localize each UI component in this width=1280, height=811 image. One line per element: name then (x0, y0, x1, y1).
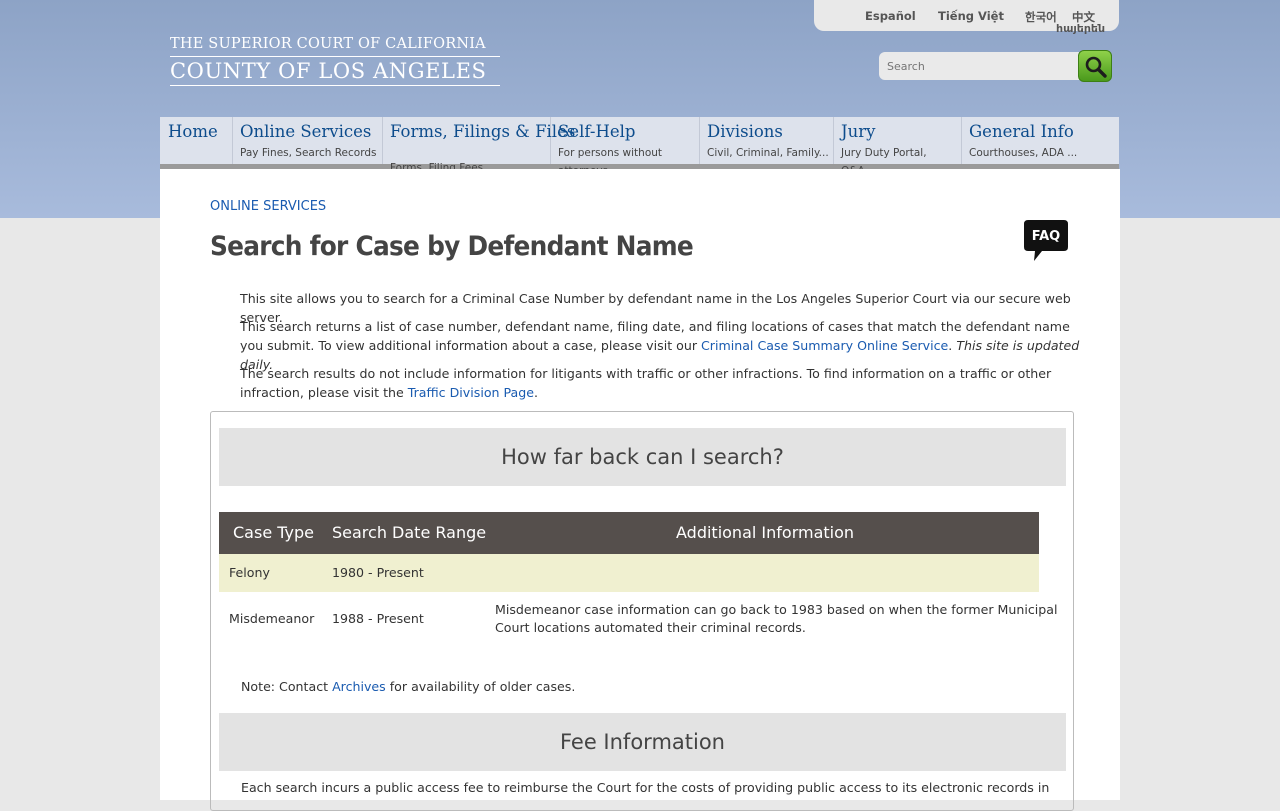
archives-link[interactable]: Archives (332, 679, 386, 694)
archives-note-tail: for availability of older cases. (385, 679, 576, 694)
faq-speech-bubble-icon: FAQ (1024, 220, 1068, 261)
search-back-heading: How far back can I search? (219, 428, 1066, 486)
breadcrumb[interactable]: ONLINE SERVICES (210, 199, 326, 214)
language-spanish-link[interactable]: Español (865, 9, 916, 23)
intro-paragraph-3: The search results do not include inform… (240, 364, 1075, 402)
court-logo[interactable]: THE SUPERIOR COURT OF CALIFORNIA COUNTY … (170, 36, 500, 86)
table-header: Case Type Search Date Range Additional I… (219, 512, 1039, 554)
nav-jury[interactable]: Jury Jury Duty Portal, Q&A ... (833, 117, 962, 177)
search-button[interactable] (1078, 50, 1112, 82)
nav-jury-title: Jury (841, 122, 876, 141)
table-row: Felony 1980 - Present (219, 554, 1039, 592)
main-content: ONLINE SERVICES Search for Case by Defen… (160, 169, 1120, 811)
nav-general-info-sub: Courthouses, ADA ... (969, 147, 1078, 159)
table-row: Misdemeanor 1988 - Present Misdemeanor c… (219, 592, 1058, 648)
main-nav: Home Online Services Pay Fines, Search R… (160, 117, 1119, 177)
faq-label: FAQ (1032, 229, 1061, 244)
row-additional-info-line-1: Misdemeanor case information can go back… (495, 602, 1058, 617)
nav-divisions-title: Divisions (707, 122, 783, 141)
search-input[interactable] (879, 52, 1079, 80)
row-case-type: Misdemeanor (229, 611, 315, 626)
nav-home-title: Home (168, 122, 218, 141)
archives-note: Note: Contact Archives for availability … (241, 679, 575, 694)
column-additional-info: Additional Information (676, 523, 855, 542)
nav-home[interactable]: Home (160, 117, 233, 164)
nav-divisions[interactable]: Divisions Civil, Criminal, Family... (699, 117, 834, 164)
traffic-division-link[interactable]: Traffic Division Page (408, 385, 534, 400)
language-armenian-link[interactable]: հայերեն (1056, 22, 1105, 35)
intro-p3-punct: . (534, 385, 539, 400)
nav-online-services[interactable]: Online Services Pay Fines, Search Record… (232, 117, 383, 177)
nav-forms-filings-title: Forms, Filings & Files (390, 122, 576, 141)
fee-info-text: Each search incurs a public access fee t… (241, 780, 1050, 795)
row-case-type: Felony (229, 565, 270, 580)
logo-line-1: THE SUPERIOR COURT OF CALIFORNIA (170, 36, 500, 57)
info-box: How far back can I search? Case Type Sea… (210, 411, 1074, 811)
intro-p3-text: The search results do not include inform… (240, 366, 1052, 400)
column-search-date-range: Search Date Range (332, 523, 487, 542)
nav-self-help-title: Self-Help (558, 122, 636, 141)
page-title: Search for Case by Defendant Name (210, 231, 694, 262)
column-case-type: Case Type (233, 523, 314, 542)
magnifier-icon (1085, 56, 1107, 78)
language-bar: Español Tiếng Việt 한국어 中文 հայերեն (814, 0, 1119, 35)
nav-self-help[interactable]: Self-Help For persons without attorneys … (550, 117, 700, 177)
row-additional-info-line-2: Court locations automated their criminal… (495, 620, 806, 635)
archives-note-text: Note: Contact (241, 679, 333, 694)
nav-forms-filings[interactable]: Forms, Filings & Files Forms, Filing Fee… (382, 117, 575, 174)
faq-link[interactable]: FAQ (1022, 219, 1070, 267)
nav-general-info-title: General Info (969, 122, 1074, 141)
row-date-range: 1980 - Present (332, 565, 424, 580)
fee-info-heading: Fee Information (219, 713, 1066, 771)
row-date-range: 1988 - Present (332, 611, 424, 626)
nav-general-info[interactable]: General Info Courthouses, ADA ... (961, 117, 1119, 164)
language-vietnamese-link[interactable]: Tiếng Việt (938, 9, 1004, 23)
language-korean-link[interactable]: 한국어 (1025, 9, 1057, 25)
logo-line-2: COUNTY OF LOS ANGELES (170, 59, 500, 86)
nav-online-services-title: Online Services (240, 122, 372, 141)
criminal-case-summary-link[interactable]: Criminal Case Summary Online Service (701, 338, 948, 353)
nav-divisions-sub: Civil, Criminal, Family... (707, 147, 829, 159)
